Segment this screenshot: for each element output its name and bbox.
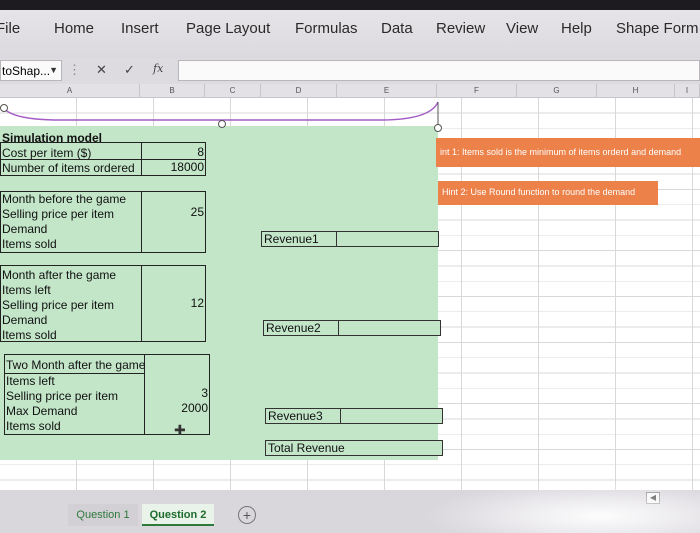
tab-review[interactable]: Review [436, 20, 485, 37]
before-demand-label[interactable]: Demand [2, 222, 47, 236]
column-header-d[interactable]: D [261, 84, 337, 98]
formula-input[interactable] [178, 60, 700, 81]
column-header-b[interactable]: B [140, 84, 205, 98]
screen-glare [420, 480, 700, 533]
title-strip [0, 0, 700, 10]
column-header-i[interactable]: I [675, 84, 700, 98]
cell-cursor-icon: ✚ [174, 422, 186, 438]
before-table-divider [141, 191, 142, 253]
column-header-e[interactable]: E [337, 84, 437, 98]
tab-shape-format[interactable]: Shape Form [616, 20, 699, 37]
tab-page-layout[interactable]: Page Layout [186, 20, 270, 37]
column-header-a[interactable]: A [0, 84, 140, 98]
ordered-label[interactable]: Number of items ordered [2, 161, 135, 175]
tab-help[interactable]: Help [561, 20, 592, 37]
sheet-tab-question-1[interactable]: Question 1 [68, 504, 138, 526]
model-title: Simulation model [2, 131, 103, 145]
column-header-c[interactable]: C [205, 84, 261, 98]
chevron-down-icon[interactable]: ▼ [49, 65, 58, 75]
revenue3-box[interactable]: Revenue3 [265, 408, 443, 424]
revenue2-box[interactable]: Revenue2 [263, 320, 441, 336]
before-price-value[interactable]: 25 [142, 205, 204, 219]
column-header-f[interactable]: F [437, 84, 517, 98]
hint-1-text: int 1: Items sold is the minimum of item… [440, 147, 682, 157]
revenue2-label: Revenue2 [264, 321, 339, 335]
formula-bar: toShap... ▼ ⋮ ✕ ✓ fx [0, 58, 700, 84]
cancel-icon[interactable]: ✕ [96, 62, 107, 78]
cost-value[interactable]: 8 [142, 145, 204, 159]
revenue1-box[interactable]: Revenue1 [261, 231, 439, 247]
total-revenue-box[interactable]: Total Revenue [265, 440, 443, 456]
tab-view[interactable]: View [506, 20, 538, 37]
two-after-price-value[interactable]: 3 [145, 386, 208, 400]
tab-data[interactable]: Data [381, 20, 413, 37]
two-after-price-label[interactable]: Selling price per item [6, 389, 118, 403]
two-after-max-label[interactable]: Max Demand [6, 404, 77, 418]
tab-formulas[interactable]: Formulas [295, 20, 358, 37]
after-heading[interactable]: Month after the game [2, 268, 116, 282]
resize-handle[interactable] [218, 120, 226, 128]
name-box[interactable]: toShap... ▼ [0, 60, 62, 81]
column-header-h[interactable]: H [597, 84, 675, 98]
two-after-heading[interactable]: Two Month after the game [6, 358, 145, 372]
cost-label[interactable]: Cost per item ($) [2, 146, 91, 160]
resize-handle[interactable] [434, 124, 442, 132]
hint-1-banner[interactable]: int 1: Items sold is the minimum of item… [436, 138, 700, 167]
after-price-label[interactable]: Selling price per item [2, 298, 114, 312]
two-after-max-value[interactable]: 2000 [145, 401, 208, 415]
after-price-value[interactable]: 12 [142, 296, 204, 310]
revenue3-label: Revenue3 [266, 409, 341, 423]
after-left-label[interactable]: Items left [2, 283, 51, 297]
hint-2-banner[interactable]: Hint 2: Use Round function to round the … [438, 181, 658, 205]
shape-selection-outline[interactable] [0, 98, 700, 138]
enter-icon[interactable]: ✓ [124, 62, 135, 78]
column-headers: A B C D E F G H I [0, 84, 700, 98]
hint-2-text: Hint 2: Use Round function to round the … [442, 187, 636, 197]
ordered-value[interactable]: 18000 [142, 160, 204, 174]
insert-function-icon[interactable]: fx [153, 62, 163, 75]
tab-home[interactable]: Home [54, 20, 94, 37]
after-demand-label[interactable]: Demand [2, 313, 47, 327]
name-box-value: toShap... [2, 64, 51, 78]
worksheet-grid[interactable]: Simulation model Cost per item ($) 8 Num… [0, 98, 700, 490]
total-revenue-label: Total Revenue [268, 441, 345, 455]
two-after-sold-label[interactable]: Items sold [6, 419, 61, 433]
sheet-tab-question-2[interactable]: Question 2 [142, 504, 214, 526]
column-header-g[interactable]: G [517, 84, 597, 98]
tab-insert[interactable]: Insert [121, 20, 159, 37]
tab-file[interactable]: File [0, 20, 20, 37]
ribbon: File Home Insert Page Layout Formulas Da… [0, 0, 700, 58]
revenue1-label: Revenue1 [262, 232, 337, 246]
after-sold-label[interactable]: Items sold [2, 328, 57, 342]
before-price-label[interactable]: Selling price per item [2, 207, 114, 221]
more-options-icon[interactable]: ⋮ [68, 62, 81, 78]
two-after-left-label[interactable]: Items left [6, 374, 55, 388]
add-sheet-icon[interactable]: + [238, 506, 256, 524]
resize-handle[interactable] [0, 104, 8, 112]
before-sold-label[interactable]: Items sold [2, 237, 57, 251]
before-heading[interactable]: Month before the game [2, 192, 126, 206]
